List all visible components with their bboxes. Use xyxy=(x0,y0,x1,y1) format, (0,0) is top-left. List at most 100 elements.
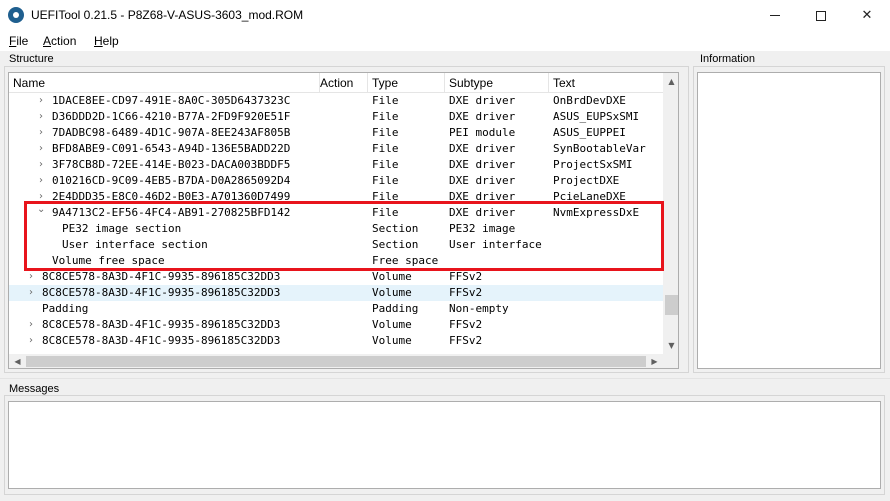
panel-splitter[interactable] xyxy=(0,378,890,379)
cell-subtype: FFSv2 xyxy=(449,270,483,283)
tree-row[interactable]: › BFD8ABE9-C091-6543-A94D-136E5BADD22D Fil… xyxy=(9,141,663,157)
cell-text: PcieLaneDXE xyxy=(553,190,626,203)
column-header-subtype[interactable]: Subtype xyxy=(445,73,549,93)
cell-type: File xyxy=(372,110,399,123)
information-text-area[interactable] xyxy=(697,72,881,369)
collapsed-chevron-icon[interactable]: › xyxy=(29,269,33,285)
cell-name: 1DACE8EE-CD97-491E-8A0C-305D6437323C xyxy=(52,94,291,107)
cell-type: Volume xyxy=(372,286,412,299)
window-title: UEFITool 0.21.5 - P8Z68-V-ASUS-3603_mod.… xyxy=(31,8,304,22)
column-header-text[interactable]: Text xyxy=(549,73,663,93)
expanded-chevron-icon[interactable]: ⌄ xyxy=(37,202,45,218)
cell-subtype: PEI module xyxy=(449,126,516,139)
tree-row[interactable]: › 8C8CE578-8A3D-4F1C-9935-896185C32DD3 Vol… xyxy=(9,333,663,349)
tree-row[interactable]: User interface section Section User interf… xyxy=(9,237,663,253)
scroll-up-arrow-icon[interactable]: ▲ xyxy=(663,73,678,90)
cell-subtype: FFSv2 xyxy=(449,318,483,331)
collapsed-chevron-icon[interactable]: › xyxy=(39,173,43,189)
cell-type: Volume xyxy=(372,318,412,331)
column-header-action[interactable]: Action xyxy=(316,73,368,93)
tree-row[interactable]: › 8C8CE578-8A3D-4F1C-9935-896185C32DD3 Vol… xyxy=(9,285,663,301)
cell-type: Section xyxy=(372,238,419,251)
close-button[interactable]: ✕ xyxy=(844,0,890,31)
collapsed-chevron-icon[interactable]: › xyxy=(39,109,43,125)
cell-type: File xyxy=(372,206,399,219)
cell-type: File xyxy=(372,94,399,107)
tree-row[interactable]: › 2E4DDD35-E8C0-46D2-B0E3-A701360D7499 Fil… xyxy=(9,189,663,205)
structure-tree[interactable]: Name Action Type Subtype Text › 1DACE8EE-… xyxy=(8,72,679,369)
tree-row[interactable]: Volume free space Free space xyxy=(9,253,663,269)
cell-name: 7DADBC98-6489-4D1C-907A-8EE243AF805B xyxy=(52,126,291,139)
cell-name: PE32 image section xyxy=(62,222,182,235)
maximize-button[interactable] xyxy=(798,0,844,31)
cell-type: File xyxy=(372,190,399,203)
cell-name: 3F78CB8D-72EE-414E-B023-DACA003BDDF5 xyxy=(52,158,291,171)
tree-row[interactable]: › 010216CD-9C09-4EB5-B7DA-D0A2865092D4 Fil… xyxy=(9,173,663,189)
tree-row[interactable]: › 8C8CE578-8A3D-4F1C-9935-896185C32DD3 Vol… xyxy=(9,317,663,333)
cell-text: SynBootableVar xyxy=(553,142,646,155)
cell-subtype: Non-empty xyxy=(449,302,509,315)
cell-type: Section xyxy=(372,222,419,235)
collapsed-chevron-icon[interactable]: › xyxy=(29,317,33,333)
tree-row[interactable]: › 1DACE8EE-CD97-491E-8A0C-305D6437323C Fil… xyxy=(9,93,663,109)
uefitool-app-icon xyxy=(8,7,24,23)
cell-subtype: FFSv2 xyxy=(449,286,483,299)
cell-text: ProjectSxSMI xyxy=(553,158,633,171)
menu-action[interactable]: Action xyxy=(43,34,76,48)
cell-type: Volume xyxy=(372,334,412,347)
cell-subtype: DXE driver xyxy=(449,110,516,123)
horizontal-scrollbar[interactable]: ◀ ▶ xyxy=(9,354,663,368)
cell-name: 8C8CE578-8A3D-4F1C-9935-896185C32DD3 xyxy=(42,286,281,299)
cell-subtype: PE32 image xyxy=(449,222,516,235)
tree-row[interactable]: Padding Padding Non-empty xyxy=(9,301,663,317)
cell-name: Volume free space xyxy=(52,254,165,267)
cell-type: File xyxy=(372,158,399,171)
tree-row[interactable]: ⌄ 9A4713C2-EF56-4FC4-AB91-270825BFD142 Fil… xyxy=(9,202,663,221)
title-bar: UEFITool 0.21.5 - P8Z68-V-ASUS-3603_mod.… xyxy=(0,0,890,31)
cell-subtype: DXE driver xyxy=(449,190,516,203)
scrollbar-corner xyxy=(663,354,678,368)
messages-label: Messages xyxy=(9,383,60,395)
horizontal-scroll-thumb[interactable] xyxy=(26,356,646,367)
collapsed-chevron-icon[interactable]: › xyxy=(39,125,43,141)
cell-name: Padding xyxy=(42,302,89,315)
cell-text: ProjectDXE xyxy=(553,174,620,187)
cell-text: ASUS_EUPPEI xyxy=(553,126,626,139)
messages-text-area[interactable] xyxy=(8,401,881,489)
cell-name: 8C8CE578-8A3D-4F1C-9935-896185C32DD3 xyxy=(42,270,281,283)
collapsed-chevron-icon[interactable]: › xyxy=(39,157,43,173)
collapsed-chevron-icon[interactable]: › xyxy=(29,285,33,301)
tree-row[interactable]: › 8C8CE578-8A3D-4F1C-9935-896185C32DD3 Vol… xyxy=(9,269,663,285)
tree-row[interactable]: › 7DADBC98-6489-4D1C-907A-8EE243AF805B Fil… xyxy=(9,125,663,141)
cell-subtype: DXE driver xyxy=(449,158,516,171)
tree-row[interactable]: PE32 image section Section PE32 image xyxy=(9,221,663,237)
tree-row[interactable]: › 3F78CB8D-72EE-414E-B023-DACA003BDDF5 Fil… xyxy=(9,157,663,173)
cell-subtype: FFSv2 xyxy=(449,334,483,347)
column-header-name[interactable]: Name xyxy=(9,73,320,93)
vertical-scroll-thumb[interactable] xyxy=(665,295,678,315)
cell-subtype: DXE driver xyxy=(449,142,516,155)
cell-text: ASUS_EUPSxSMI xyxy=(553,110,640,123)
cell-type: File xyxy=(372,126,399,139)
cell-name: 9A4713C2-EF56-4FC4-AB91-270825BFD142 xyxy=(52,206,291,219)
collapsed-chevron-icon[interactable]: › xyxy=(39,93,43,109)
cell-type: Padding xyxy=(372,302,419,315)
minimize-button[interactable] xyxy=(752,0,798,31)
menu-file[interactable]: File xyxy=(9,34,28,48)
collapsed-chevron-icon[interactable]: › xyxy=(29,333,33,349)
close-icon: ✕ xyxy=(861,8,873,23)
menu-help[interactable]: Help xyxy=(94,34,119,48)
cell-name: User interface section xyxy=(62,238,208,251)
vertical-scrollbar[interactable]: ▲ ▼ xyxy=(663,73,678,354)
scroll-left-arrow-icon[interactable]: ◀ xyxy=(9,354,26,368)
cell-name: 010216CD-9C09-4EB5-B7DA-D0A2865092D4 xyxy=(52,174,291,187)
tree-row[interactable]: › D36DDD2D-1C66-4210-B77A-2FD9F920E51F Fil… xyxy=(9,109,663,125)
scroll-down-arrow-icon[interactable]: ▼ xyxy=(663,337,678,354)
collapsed-chevron-icon[interactable]: › xyxy=(39,141,43,157)
cell-type: Free space xyxy=(372,254,439,267)
cell-name: 2E4DDD35-E8C0-46D2-B0E3-A701360D7499 xyxy=(52,190,291,203)
information-label: Information xyxy=(700,53,756,65)
scroll-right-arrow-icon[interactable]: ▶ xyxy=(646,354,663,368)
column-header-type[interactable]: Type xyxy=(368,73,445,93)
cell-type: File xyxy=(372,142,399,155)
